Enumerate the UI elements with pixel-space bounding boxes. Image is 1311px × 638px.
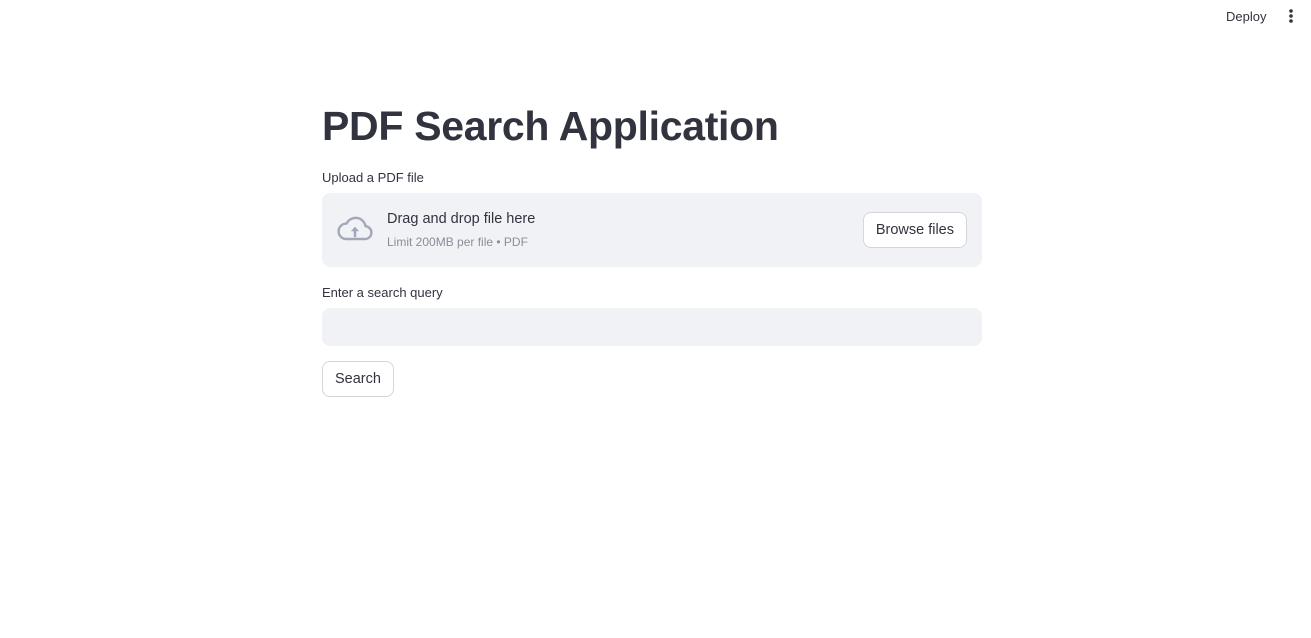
- file-dropzone[interactable]: Drag and drop file here Limit 200MB per …: [322, 193, 982, 267]
- drop-title: Drag and drop file here: [387, 211, 536, 227]
- more-vertical-icon[interactable]: [1284, 8, 1298, 24]
- browse-files-button[interactable]: Browse files: [862, 212, 967, 248]
- search-query-input[interactable]: [322, 308, 982, 346]
- drop-limit-text: Limit 200MB per file • PDF: [387, 235, 528, 249]
- search-query-label: Enter a search query: [322, 285, 443, 300]
- upload-label: Upload a PDF file: [322, 170, 424, 185]
- cloud-upload-icon: [337, 216, 373, 241]
- page-title: PDF Search Application: [322, 103, 779, 149]
- top-header: Deploy: [0, 0, 1311, 32]
- deploy-button[interactable]: Deploy: [1218, 7, 1274, 26]
- search-button[interactable]: Search: [322, 361, 394, 397]
